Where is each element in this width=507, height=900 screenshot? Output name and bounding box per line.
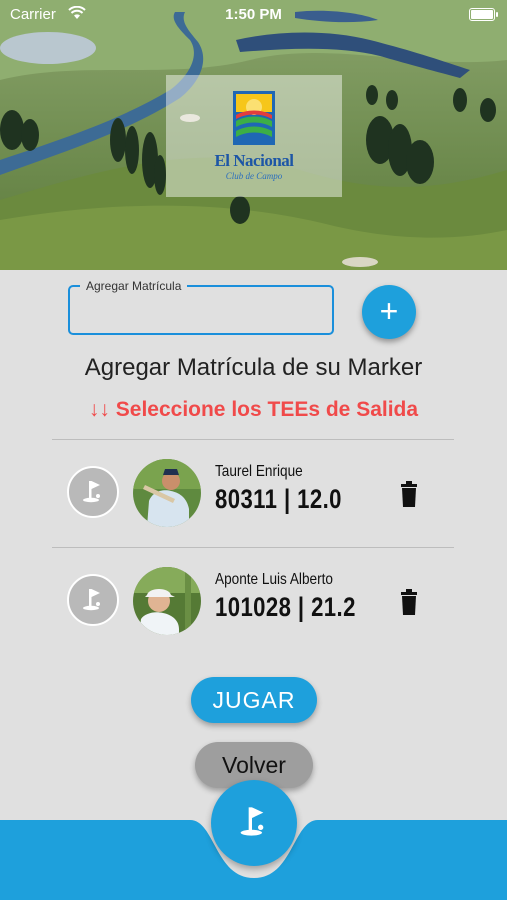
golf-flag-icon bbox=[83, 481, 100, 503]
clock: 1:50 PM bbox=[225, 6, 282, 23]
tee-select-button[interactable] bbox=[67, 574, 119, 626]
divider bbox=[52, 439, 454, 440]
club-subtitle: Club de Campo bbox=[225, 171, 283, 181]
trash-icon[interactable] bbox=[399, 481, 419, 507]
club-emblem-icon bbox=[233, 91, 275, 145]
matricula-input[interactable] bbox=[80, 299, 324, 325]
golf-flag-icon bbox=[240, 807, 264, 836]
avatar bbox=[133, 567, 201, 635]
tee-selection-warning: ↓↓ Seleccione los TEEs de Salida bbox=[88, 398, 419, 421]
matricula-field-label: Agregar Matrícula bbox=[80, 279, 188, 293]
tee-select-button[interactable] bbox=[67, 466, 119, 518]
matricula-field[interactable]: Agregar Matrícula bbox=[68, 279, 334, 335]
golf-flag-icon bbox=[83, 589, 100, 611]
player-row: Taurel Enrique 80311 | 12.0 bbox=[0, 448, 507, 538]
play-button[interactable]: JUGAR bbox=[191, 677, 317, 723]
trash-icon[interactable] bbox=[399, 589, 419, 615]
marker-heading: Agregar Matrícula de su Marker bbox=[84, 354, 423, 381]
battery-icon bbox=[469, 8, 498, 21]
divider bbox=[52, 547, 454, 548]
club-name: El Nacional bbox=[214, 151, 294, 170]
player-license-handicap: 80311 | 12.0 bbox=[215, 484, 342, 514]
avatar bbox=[133, 459, 201, 527]
status-bar: Carrier 1:50 PM bbox=[0, 0, 507, 30]
add-matricula-button[interactable]: + bbox=[362, 285, 416, 339]
player-row: Aponte Luis Alberto 101028 | 21.2 bbox=[0, 556, 507, 646]
header-image: Carrier 1:50 PM El Nacional Club de Camp… bbox=[0, 0, 507, 270]
player-name: Aponte Luis Alberto bbox=[215, 571, 333, 588]
golf-home-button[interactable] bbox=[211, 780, 297, 866]
club-logo: El Nacional Club de Campo bbox=[166, 75, 342, 197]
player-license-handicap: 101028 | 21.2 bbox=[215, 592, 356, 622]
player-name: Taurel Enrique bbox=[215, 463, 303, 480]
